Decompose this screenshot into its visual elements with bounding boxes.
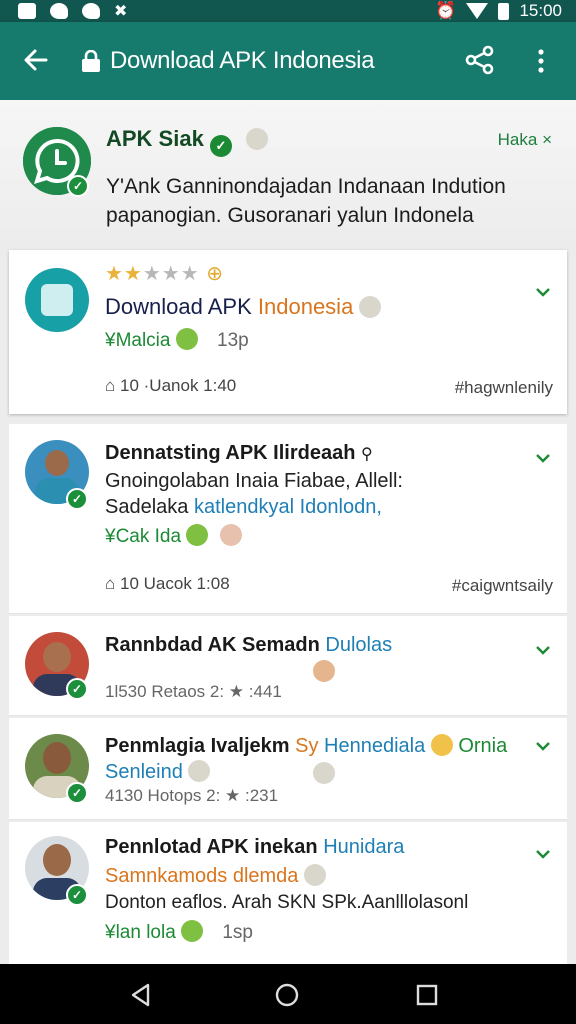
status-bar: ✖ ⏰ 15:00 (0, 0, 576, 22)
more-options-icon[interactable] (532, 46, 550, 76)
list-item[interactable]: ✓ Rannbdad AK Semadn Dulolas 1l530 Retao… (9, 616, 567, 716)
clock: 15:00 (519, 1, 562, 20)
post-hashtag[interactable]: #caigwntsaily (452, 576, 553, 596)
emoji-icon (181, 920, 204, 942)
home-icon: ⌂ (105, 574, 116, 593)
wifi-icon (466, 3, 489, 19)
chevron-down-icon[interactable] (535, 848, 551, 860)
app-avatar (25, 268, 89, 332)
back-arrow-icon[interactable] (22, 46, 50, 74)
emoji-icon (175, 328, 198, 350)
chevron-down-icon[interactable] (535, 452, 551, 464)
page-title: Download APK Indonesia (110, 47, 375, 74)
rating-stars: ★★★★★ ⊕ (105, 263, 224, 285)
post-line: Gnoingolaban Inaia Fiabae, Allell: (105, 470, 403, 492)
alarm-icon: ⏰ (435, 1, 457, 20)
recents-nav-icon[interactable] (414, 982, 440, 1008)
channel-avatar[interactable]: ✓ (23, 127, 91, 197)
list-item[interactable]: ✓ Penmlagia Ivaljekm Sy Hennediala Ornia… (9, 718, 567, 820)
comment-author: Rannbdad AK Semadn Dulolas (105, 634, 393, 656)
featured-meta: ¥Malcia 13p (105, 328, 249, 351)
comment-text: Donton eaflos. Arah SKN SPk.Aanlllolason… (105, 892, 469, 913)
face-emoji-icon (359, 296, 382, 318)
featured-card[interactable]: ★★★★★ ⊕ Download APK Indonesia ¥Malcia 1… (9, 250, 567, 414)
whatsapp-notification-icon (50, 3, 68, 19)
chevron-down-icon[interactable] (535, 644, 551, 656)
channel-description: Y'Ank Ganninondajadan Indanaan Indution … (106, 175, 506, 227)
battery-icon (498, 2, 510, 20)
verified-badge-icon: ✓ (67, 175, 89, 197)
post-title: Dennatsting APK Ilirdeaah ⚲ (105, 442, 373, 464)
chevron-down-icon[interactable] (535, 286, 551, 298)
face-emoji-icon (313, 762, 335, 784)
channel-name: APK Siak ✓ (106, 126, 269, 157)
verified-badge-icon: ✓ (66, 488, 88, 510)
home-icon: ⌂ (105, 376, 116, 395)
chat-notification-icon (82, 3, 100, 19)
post-tag: ¥Cak Ida (105, 524, 242, 548)
verified-badge-icon: ✓ (66, 678, 88, 700)
back-nav-icon[interactable] (128, 982, 154, 1008)
face-emoji-icon (246, 128, 269, 150)
post-stats: ⌂ 10 Uacok 1:08 (105, 574, 230, 593)
sync-icon: ✖ (114, 3, 128, 20)
comment-line: Samnkamods dlemda (105, 864, 326, 888)
face-emoji-icon (188, 760, 211, 782)
verified-icon: ✓ (209, 135, 232, 157)
verified-badge-icon: ✓ (66, 884, 88, 906)
comment-line: Senleind (105, 760, 211, 784)
comment-meta: 4130 Hotops 2: ★ :231 (105, 786, 279, 805)
channel-tag[interactable]: Haka × (498, 130, 552, 150)
globe-icon: ⊕ (206, 263, 224, 285)
face-emoji-icon (304, 864, 326, 886)
face-emoji-icon (430, 734, 453, 756)
channel-header: ✓ APK Siak ✓ Haka × Y'Ank Ganninondajada… (0, 100, 576, 248)
emoji-icon (186, 524, 209, 546)
share-icon[interactable] (464, 44, 496, 76)
post-line: Sadelaka katlendkyal Idonlodn, (105, 496, 382, 518)
notification-icon (18, 3, 36, 19)
comment-author: Penmlagia Ivaljekm Sy Hennediala Ornia (105, 734, 508, 757)
system-nav-bar (0, 964, 576, 1024)
featured-stats: ⌂ 10 ·Uanok 1:40 (105, 376, 237, 395)
comment-author: Pennlotad APK inekan Hunidara (105, 836, 405, 858)
verified-badge-icon: ✓ (66, 782, 88, 804)
list-item[interactable]: ✓ Pennlotad APK inekan Hunidara Samnkamo… (9, 822, 567, 964)
face-emoji-icon (219, 524, 242, 546)
comment-meta: 1l530 Retaos 2: ★ :441 (105, 682, 282, 701)
lock-icon (82, 50, 100, 72)
chevron-down-icon[interactable] (535, 740, 551, 752)
featured-hashtag[interactable]: #hagwnlenily (455, 378, 553, 398)
home-nav-icon[interactable] (274, 982, 300, 1008)
face-emoji-icon (313, 660, 335, 682)
list-item[interactable]: ✓ Dennatsting APK Ilirdeaah ⚲ Gnoingolab… (9, 424, 567, 614)
app-icon (41, 284, 73, 316)
notification-icons: ✖ (18, 0, 127, 22)
comment-tag: ¥lan lola 1sp (105, 920, 253, 943)
featured-title[interactable]: Download APK Indonesia (105, 294, 382, 320)
app-bar: Download APK Indonesia (0, 22, 576, 100)
